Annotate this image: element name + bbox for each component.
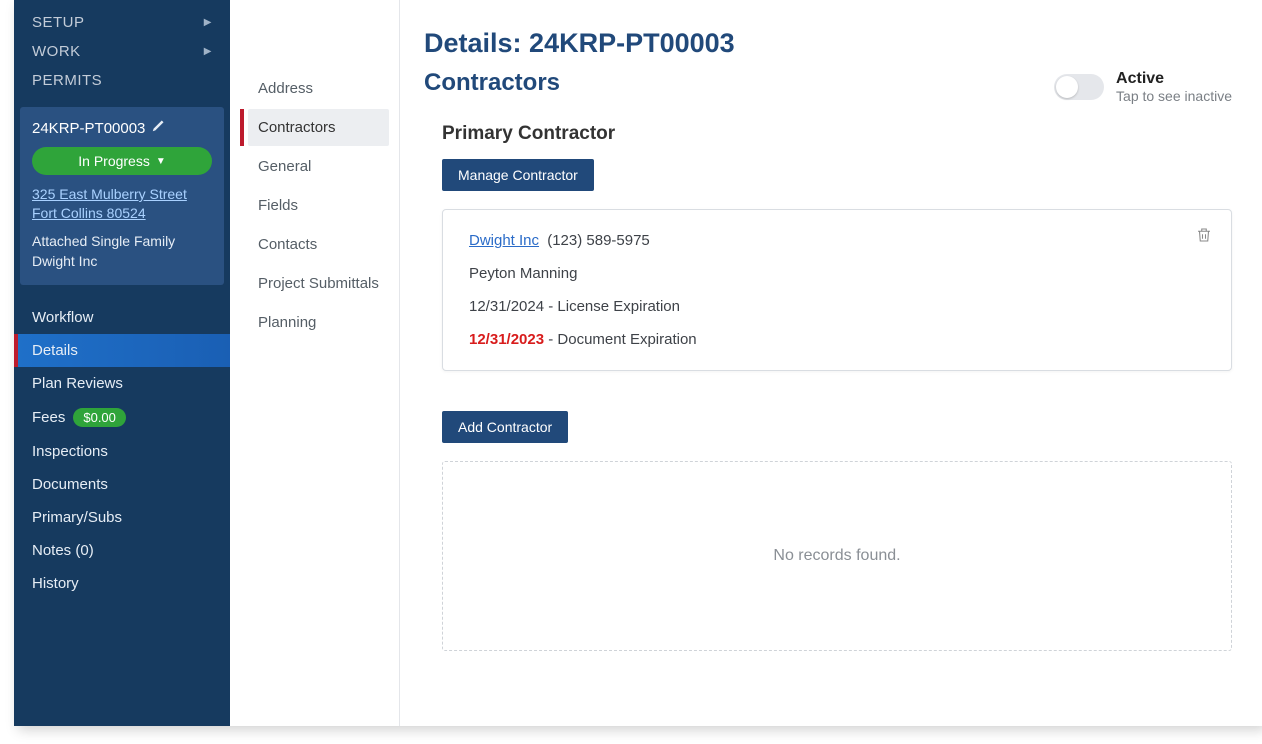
subnav-fields[interactable]: Fields — [248, 187, 389, 224]
document-expiration-label: - Document Expiration — [544, 331, 697, 348]
nav-plan-reviews-label: Plan Reviews — [32, 375, 123, 392]
subnav-project-submittals[interactable]: Project Submittals — [248, 265, 389, 302]
toggle-label: Active — [1116, 69, 1232, 88]
subnav-planning-label: Planning — [258, 314, 316, 331]
additional-contractors-empty: No records found. — [442, 461, 1232, 651]
section-title: Contractors — [424, 69, 560, 97]
details-subnav: Address Contractors General Fields Conta… — [230, 0, 400, 726]
page-title-prefix: Details: — [424, 28, 529, 58]
subnav-general[interactable]: General — [248, 148, 389, 185]
subnav-planning[interactable]: Planning — [248, 304, 389, 341]
nav-documents[interactable]: Documents — [14, 468, 230, 501]
nav-details-label: Details — [32, 342, 78, 359]
subnav-contractors-label: Contractors — [258, 119, 336, 136]
edit-icon[interactable] — [151, 119, 165, 137]
nav-inspections[interactable]: Inspections — [14, 435, 230, 468]
main-content: Details: 24KRP-PT00003 Contractors Activ… — [400, 0, 1262, 726]
contractor-contact: Peyton Manning — [469, 265, 1205, 282]
add-contractor-button[interactable]: Add Contractor — [442, 411, 568, 443]
nav-inspections-label: Inspections — [32, 443, 108, 460]
subnav-fields-label: Fields — [258, 197, 298, 214]
nav-plan-reviews[interactable]: Plan Reviews — [14, 367, 230, 400]
caret-down-icon: ▼ — [156, 156, 166, 167]
chevron-right-icon: ▶ — [204, 17, 212, 28]
empty-message: No records found. — [773, 547, 900, 565]
status-dropdown[interactable]: In Progress ▼ — [32, 147, 212, 175]
document-expiration-date: 12/31/2023 — [469, 331, 544, 348]
nav-setup[interactable]: SETUP ▶ — [14, 8, 230, 37]
subnav-general-label: General — [258, 158, 311, 175]
nav-work-label: WORK — [32, 43, 81, 60]
license-expiration-date: 12/31/2024 — [469, 298, 544, 315]
subnav-address-label: Address — [258, 80, 313, 97]
nav-workflow[interactable]: Workflow — [14, 301, 230, 334]
permit-contractor: Dwight Inc — [32, 251, 212, 271]
top-nav: SETUP ▶ WORK ▶ PERMITS — [14, 0, 230, 101]
nav-setup-label: SETUP — [32, 14, 85, 31]
page-title-id: 24KRP-PT00003 — [529, 28, 735, 58]
license-expiration-label: - License Expiration — [544, 298, 680, 315]
nav-primary-subs[interactable]: Primary/Subs — [14, 501, 230, 534]
nav-fees-label: Fees — [32, 409, 65, 426]
subnav-contacts-label: Contacts — [258, 236, 317, 253]
nav-history-label: History — [32, 575, 79, 592]
nav-permits-label: PERMITS — [32, 72, 102, 89]
toggle-knob — [1056, 76, 1078, 98]
active-toggle[interactable] — [1054, 74, 1104, 100]
nav-documents-label: Documents — [32, 476, 108, 493]
nav-fees[interactable]: Fees $0.00 — [14, 400, 230, 435]
manage-contractor-button[interactable]: Manage Contractor — [442, 159, 594, 191]
permit-type: Attached Single Family — [32, 231, 212, 251]
page-title: Details: 24KRP-PT00003 — [424, 0, 1244, 69]
left-sidebar: SETUP ▶ WORK ▶ PERMITS 24KRP-PT00003 In … — [14, 0, 230, 726]
contractor-phone: (123) 589-5975 — [547, 232, 650, 249]
subnav-contractors[interactable]: Contractors — [248, 109, 389, 146]
delete-contractor-button[interactable] — [1195, 226, 1213, 249]
nav-workflow-label: Workflow — [32, 309, 93, 326]
nav-history[interactable]: History — [14, 567, 230, 600]
permit-id: 24KRP-PT00003 — [32, 120, 145, 137]
nav-notes-label: Notes (0) — [32, 542, 94, 559]
subnav-address[interactable]: Address — [248, 70, 389, 107]
nav-work[interactable]: WORK ▶ — [14, 37, 230, 66]
permit-section-nav: Workflow Details Plan Reviews Fees $0.00… — [14, 295, 230, 606]
primary-contractor-heading: Primary Contractor — [442, 123, 1232, 145]
fees-badge: $0.00 — [73, 408, 126, 427]
status-label: In Progress — [78, 153, 150, 169]
chevron-right-icon: ▶ — [204, 46, 212, 57]
permit-summary-card: 24KRP-PT00003 In Progress ▼ 325 East Mul… — [20, 107, 224, 285]
nav-primary-subs-label: Primary/Subs — [32, 509, 122, 526]
subnav-project-submittals-label: Project Submittals — [258, 275, 379, 292]
nav-details[interactable]: Details — [14, 334, 230, 367]
trash-icon — [1195, 226, 1213, 244]
nav-notes[interactable]: Notes (0) — [14, 534, 230, 567]
toggle-hint: Tap to see inactive — [1116, 88, 1232, 104]
content-scroll[interactable]: Contractors Active Tap to see inactive P… — [424, 69, 1244, 725]
contractor-name-link[interactable]: Dwight Inc — [469, 232, 539, 249]
nav-permits[interactable]: PERMITS — [14, 66, 230, 95]
primary-contractor-card: Dwight Inc (123) 589-5975 Peyton Manning… — [442, 209, 1232, 371]
subnav-contacts[interactable]: Contacts — [248, 226, 389, 263]
permit-address-link[interactable]: 325 East Mulberry Street Fort Collins 80… — [32, 185, 212, 223]
